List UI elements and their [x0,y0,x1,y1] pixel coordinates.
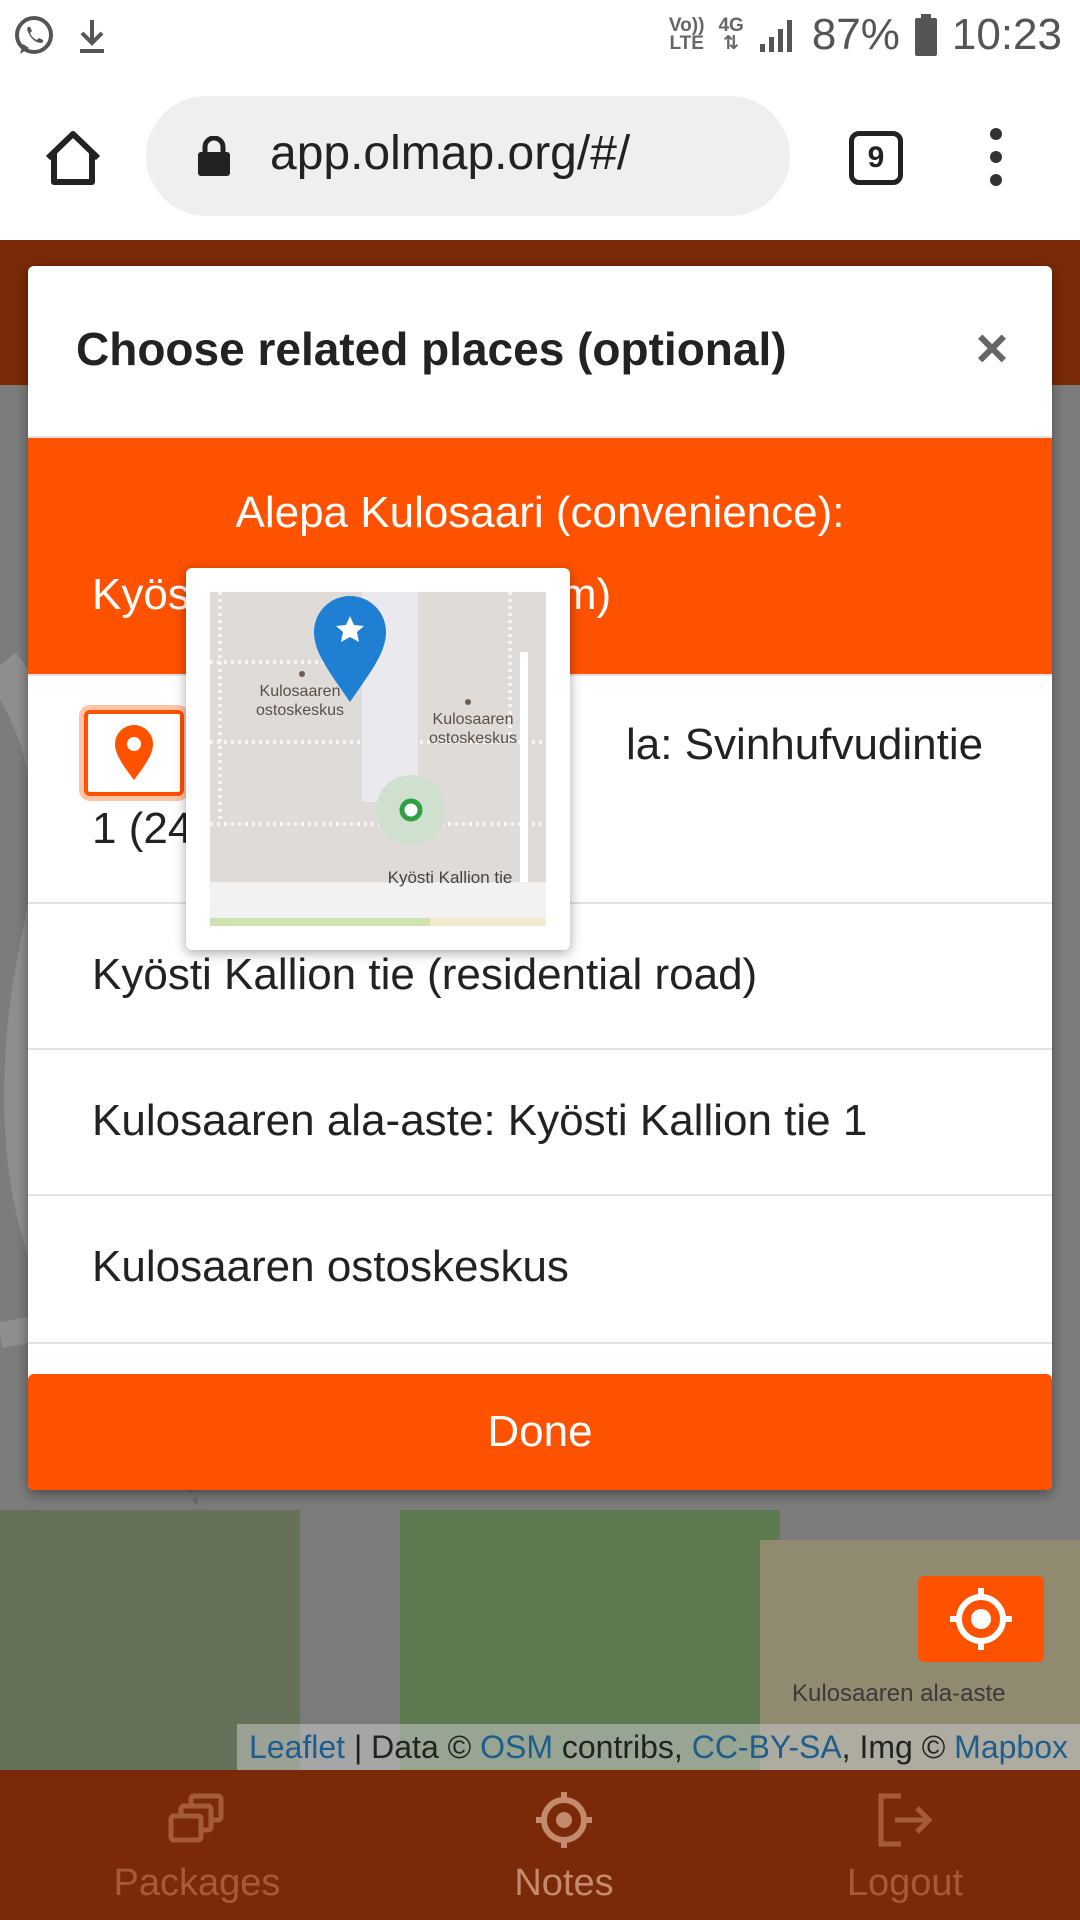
dialog-header: Choose related places (optional) × [28,266,1052,438]
nav-label: Packages [113,1862,281,1904]
nav-label: Notes [514,1862,614,1904]
attribution-data: | Data © [345,1729,481,1765]
license-link[interactable]: CC-BY-SA [692,1729,842,1765]
map-preview-popup: Kulosaaren ostoskeskus Kulosaaren ostosk… [186,568,570,950]
attribution-img: , Img © [841,1729,955,1765]
signal-icon [759,20,792,52]
nav-notes[interactable]: Notes [384,1770,744,1920]
close-button[interactable]: × [966,320,1018,376]
logout-icon [878,1793,933,1847]
preview-map-label: Kulosaaren ostoskeskus [428,711,518,747]
dialog-title: Choose related places (optional) [76,323,787,375]
nav-logout[interactable]: Logout [725,1770,1080,1920]
status-indicators: Vo)) LTE 4G ⇅ 87% 10:23 [669,10,1062,60]
status-bar: Vo)) LTE 4G ⇅ 87% 10:23 [0,0,1080,76]
tab-switcher-button[interactable]: 9 [849,131,903,185]
overflow-menu-icon[interactable] [984,128,1008,188]
item-label-continued: 1 (24 [92,804,193,853]
locate-me-button[interactable] [918,1576,1044,1662]
preview-map[interactable]: Kulosaaren ostoskeskus Kulosaaren ostosk… [210,592,546,926]
nav-packages[interactable]: Packages [17,1770,377,1920]
item-label: la: Svinhufvudintie [626,720,984,769]
status-notifications [12,14,110,58]
address-bar[interactable]: app.olmap.org/#/ [146,96,790,216]
clock: 10:23 [951,10,1062,59]
data-arrows: ⇅ [723,33,740,54]
map-place-label: Kulosaaren ala-aste [792,1680,1006,1707]
battery-percent: 87% [811,10,900,59]
list-item[interactable]: Kulosaaren ala-aste: Kyösti Kallion tie … [28,1048,1052,1196]
packages-icon [168,1793,224,1843]
leaflet-link[interactable]: Leaflet [249,1729,345,1765]
url-text[interactable]: app.olmap.org/#/ [270,126,630,181]
osm-link[interactable]: OSM [480,1729,553,1765]
done-button[interactable]: Done [28,1374,1052,1490]
map-attribution: Leaflet | Data © OSM contribs, CC-BY-SA,… [236,1724,1080,1770]
crosshair-icon [536,1792,592,1848]
crosshair-icon [950,1588,1012,1650]
item-label-start: Kyös [92,570,190,619]
volte-indicator: Vo)) LTE [669,16,705,54]
show-on-map-button[interactable] [84,710,184,796]
list-item[interactable]: Kulosaaren ostoskeskus [28,1194,1052,1344]
item-label: Kulosaaren ostoskeskus [92,1242,569,1291]
lock-icon [198,136,230,176]
whatsapp-icon [15,16,53,54]
item-label: Alepa Kulosaari (convenience): [235,488,845,537]
battery-icon [914,14,937,56]
preview-map-label: Kulosaaren ostoskeskus [255,683,345,719]
attribution-contribs: contribs, [552,1729,692,1765]
mapbox-link[interactable]: Mapbox [954,1729,1068,1765]
bottom-navigation: Packages Notes Logout [0,1770,1080,1920]
browser-toolbar: app.olmap.org/#/ 9 [0,76,1080,240]
lte-label: LTE [669,33,704,54]
data-indicator: 4G ⇅ [718,16,743,54]
nav-label: Logout [846,1862,964,1904]
home-icon[interactable] [42,128,104,188]
download-icon [80,20,104,53]
preview-map-label: Kyösti Kallion tie [387,868,513,887]
item-label: Kyösti Kallion tie (residential road) [92,950,758,999]
map-pin-icon [115,725,153,780]
item-label: Kulosaaren ala-aste: Kyösti Kallion tie … [92,1096,868,1145]
